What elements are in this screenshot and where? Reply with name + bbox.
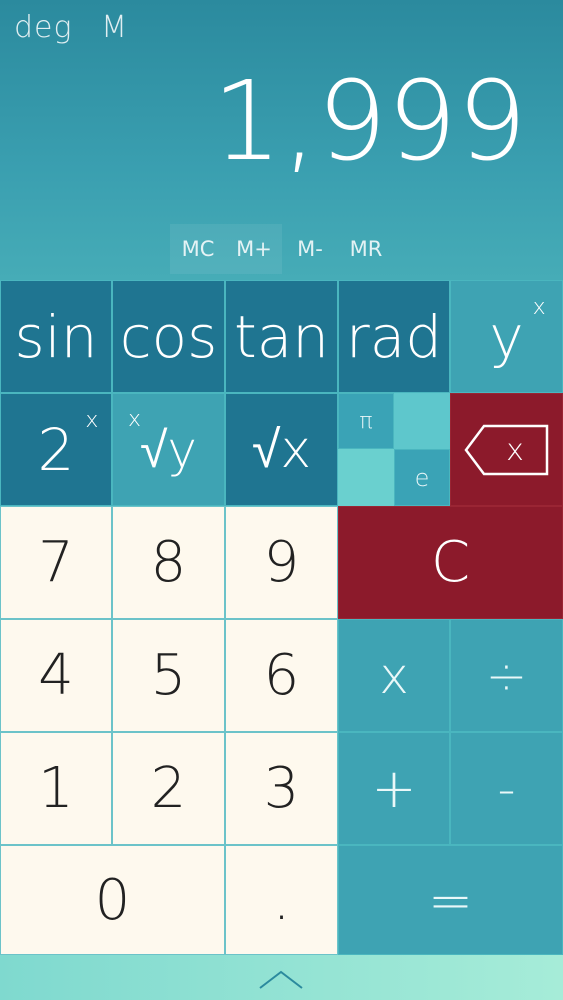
two-power-button[interactable]: 2x bbox=[0, 393, 112, 506]
digit-5-button[interactable]: 5 bbox=[112, 619, 225, 732]
angle-mode-indicator: deg bbox=[14, 10, 73, 45]
decimal-point-button[interactable]: . bbox=[225, 845, 338, 955]
digit-3-button[interactable]: 3 bbox=[225, 732, 338, 845]
memory-recall-button[interactable]: MR bbox=[338, 224, 394, 274]
digit-0-button[interactable]: 0 bbox=[0, 845, 225, 955]
memory-subtract-button[interactable]: M- bbox=[282, 224, 338, 274]
clear-button[interactable]: C bbox=[338, 506, 563, 619]
backspace-button[interactable]: x bbox=[450, 393, 563, 506]
minus-button[interactable]: - bbox=[450, 732, 563, 845]
digit-6-button[interactable]: 6 bbox=[225, 619, 338, 732]
digit-9-button[interactable]: 9 bbox=[225, 506, 338, 619]
backspace-icon: x bbox=[463, 424, 548, 475]
divide-button[interactable]: ÷ bbox=[450, 619, 563, 732]
memory-indicator: M bbox=[101, 10, 128, 45]
svg-text:x: x bbox=[506, 433, 524, 468]
plus-button[interactable]: + bbox=[338, 732, 450, 845]
pi-button[interactable]: π bbox=[338, 393, 394, 449]
memory-row: MC M+ M- MR bbox=[170, 224, 394, 274]
digit-7-button[interactable]: 7 bbox=[0, 506, 112, 619]
digit-4-button[interactable]: 4 bbox=[0, 619, 112, 732]
constants-block: π e bbox=[338, 393, 450, 506]
digit-2-button[interactable]: 2 bbox=[112, 732, 225, 845]
nth-root-button[interactable]: x √y bbox=[112, 393, 225, 506]
sin-button[interactable]: sin bbox=[0, 280, 112, 393]
square-root-button[interactable]: √x bbox=[225, 393, 338, 506]
chevron-up-icon[interactable] bbox=[258, 968, 304, 990]
cos-button[interactable]: cos bbox=[112, 280, 225, 393]
memory-clear-button[interactable]: MC bbox=[170, 224, 226, 274]
power-button[interactable]: yx bbox=[450, 280, 563, 393]
blank-cell bbox=[394, 393, 450, 449]
blank-cell bbox=[338, 449, 394, 506]
memory-add-button[interactable]: M+ bbox=[226, 224, 282, 274]
equals-button[interactable]: = bbox=[338, 845, 563, 955]
bottom-bar bbox=[0, 955, 563, 1000]
digit-8-button[interactable]: 8 bbox=[112, 506, 225, 619]
multiply-button[interactable]: x bbox=[338, 619, 450, 732]
tan-button[interactable]: tan bbox=[225, 280, 338, 393]
rad-button[interactable]: rad bbox=[338, 280, 450, 393]
display-area: deg M 1,999 MC M+ M- MR bbox=[0, 0, 563, 280]
display-value: 1,999 bbox=[212, 57, 527, 185]
status-bar: deg M bbox=[14, 10, 146, 45]
digit-1-button[interactable]: 1 bbox=[0, 732, 112, 845]
e-button[interactable]: e bbox=[394, 449, 450, 506]
